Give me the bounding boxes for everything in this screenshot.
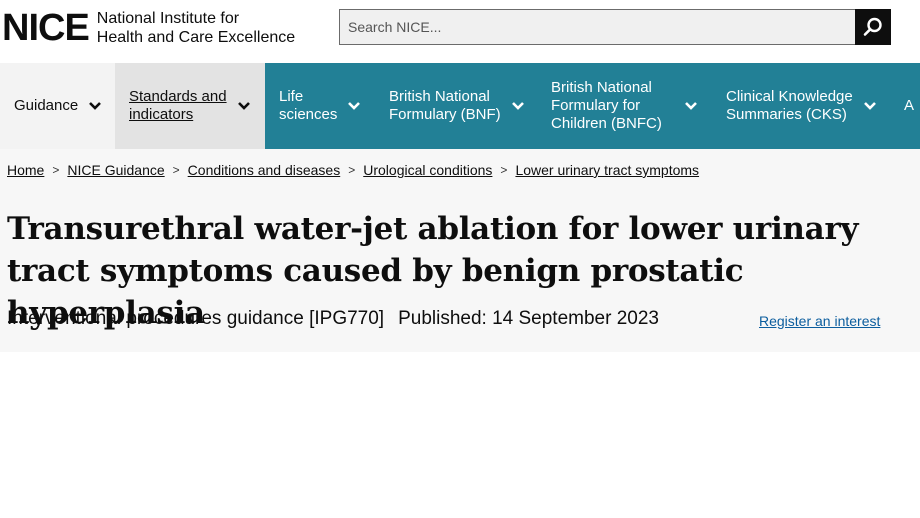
nav-label-line: Formulary for (551, 97, 641, 114)
breadcrumb-nice-guidance[interactable]: NICE Guidance (67, 162, 164, 178)
main-navigation: Guidance Standards and indicators Life s… (0, 60, 920, 149)
nice-logo[interactable]: NICE National Institute for Health and C… (2, 6, 295, 50)
logo-line-1: National Institute for (96, 10, 240, 27)
nav-label-line: sciences (279, 106, 338, 123)
nav-label-line: Formulary (BNF) (389, 106, 501, 123)
nav-label-line: Children (BNFC) (551, 115, 662, 132)
nav-label: Guidance (14, 97, 79, 114)
breadcrumb-home[interactable]: Home (7, 162, 44, 178)
nav-item-overflow[interactable]: A (890, 63, 920, 149)
nav-item-guidance[interactable]: Guidance (0, 63, 115, 149)
nav-item-bnf[interactable]: British National Formulary (BNF) (375, 63, 537, 149)
nav-label-line: Summaries (CKS) (726, 106, 847, 123)
nav-item-standards[interactable]: Standards and indicators (115, 63, 265, 149)
nav-label: British National Formulary for Children … (551, 79, 662, 133)
guidance-meta: Interventional procedures guidance [IPG7… (7, 308, 659, 330)
chevron-down-icon (511, 99, 525, 113)
nav-item-bnfc[interactable]: British National Formulary for Children … (537, 63, 712, 149)
site-header: NICE National Institute for Health and C… (0, 0, 920, 60)
breadcrumb-separator-icon: > (52, 163, 60, 177)
search-icon (863, 17, 882, 36)
breadcrumb-conditions[interactable]: Conditions and diseases (188, 162, 341, 178)
nav-item-cks[interactable]: Clinical Knowledge Summaries (CKS) (712, 63, 890, 149)
logo-line-2: Health and Care Excellence (96, 29, 296, 46)
breadcrumb-urological[interactable]: Urological conditions (363, 162, 492, 178)
nav-label: British National Formulary (BNF) (389, 88, 501, 124)
nav-label-line: British National (551, 79, 652, 96)
nav-label: A (904, 97, 915, 114)
breadcrumb-separator-icon: > (348, 163, 356, 177)
nav-label: Clinical Knowledge Summaries (CKS) (726, 88, 853, 124)
nav-label: Life sciences (279, 88, 337, 124)
search-button[interactable] (855, 9, 891, 45)
nav-item-life-sciences[interactable]: Life sciences (265, 63, 375, 149)
register-interest-link[interactable]: Register an interest (759, 313, 880, 329)
logo-text: National Institute for Health and Care E… (97, 9, 295, 47)
nav-label-line: British National (389, 88, 490, 105)
nav-label-line: indicators (129, 106, 194, 123)
search-input[interactable] (339, 9, 855, 45)
breadcrumb-luts[interactable]: Lower urinary tract symptoms (515, 162, 699, 178)
breadcrumb: Home > NICE Guidance > Conditions and di… (7, 162, 699, 178)
logo-mark: NICE (2, 7, 90, 49)
chevron-down-icon (347, 99, 361, 113)
nav-label-line: Clinical Knowledge (726, 88, 853, 105)
nav-label: Standards and indicators (129, 88, 227, 124)
chevron-down-icon (237, 99, 251, 113)
breadcrumb-separator-icon: > (172, 163, 180, 177)
breadcrumb-separator-icon: > (500, 163, 508, 177)
chevron-down-icon (88, 99, 102, 113)
chevron-down-icon (863, 99, 877, 113)
published-date: Published: 14 September 2023 (398, 308, 659, 329)
chevron-down-icon (684, 99, 698, 113)
nav-label-line: Standards and (129, 88, 227, 105)
nav-label-line: Life (279, 88, 304, 105)
search-form (339, 9, 891, 45)
guidance-type: Interventional procedures guidance [IPG7… (7, 308, 385, 329)
